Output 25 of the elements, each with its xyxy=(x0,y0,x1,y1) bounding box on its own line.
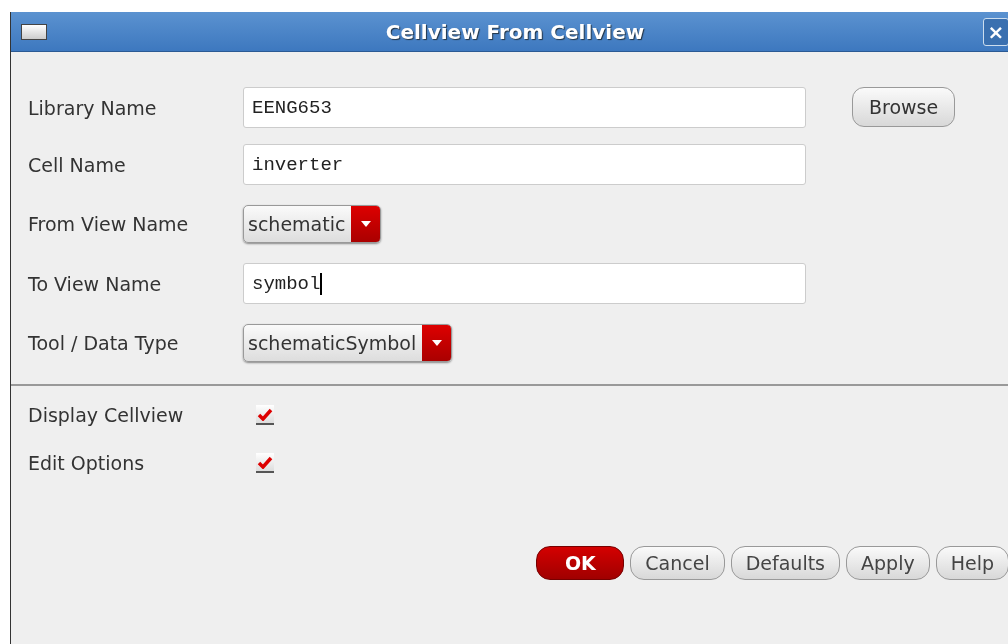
field-label: Library Name xyxy=(27,96,158,119)
dialog-button[interactable]: Defaults xyxy=(730,546,840,580)
field-label: To View Name xyxy=(27,272,163,295)
dialog-button[interactable]: Help xyxy=(935,546,1008,580)
dropdown[interactable]: schematicSymbol xyxy=(243,324,453,362)
checkbox[interactable] xyxy=(256,453,274,473)
caret-icon xyxy=(360,221,371,227)
close-button[interactable]: × xyxy=(983,17,1008,46)
field-label: Cell Name xyxy=(27,153,127,176)
option-label: Display Cellview xyxy=(28,404,185,426)
text-field[interactable]: symbol xyxy=(243,263,806,304)
text-field[interactable]: EENG653 xyxy=(243,87,806,128)
ok-button[interactable]: OK xyxy=(536,546,625,580)
dialog-button[interactable]: Cancel xyxy=(630,546,725,580)
dropdown[interactable]: schematic xyxy=(243,205,382,243)
option-label: Edit Options xyxy=(28,452,146,474)
window-title: Cellview From Cellview xyxy=(384,19,646,44)
field-label: From View Name xyxy=(27,213,190,235)
text-field[interactable]: inverter xyxy=(243,144,806,185)
window-menu-icon[interactable] xyxy=(21,23,47,40)
checkbox[interactable] xyxy=(256,405,274,425)
browse-button[interactable]: Browse xyxy=(852,87,956,127)
dialog-button[interactable]: Apply xyxy=(846,546,930,580)
field-label: Tool / Data Type xyxy=(27,332,180,354)
caret-icon xyxy=(431,340,442,346)
